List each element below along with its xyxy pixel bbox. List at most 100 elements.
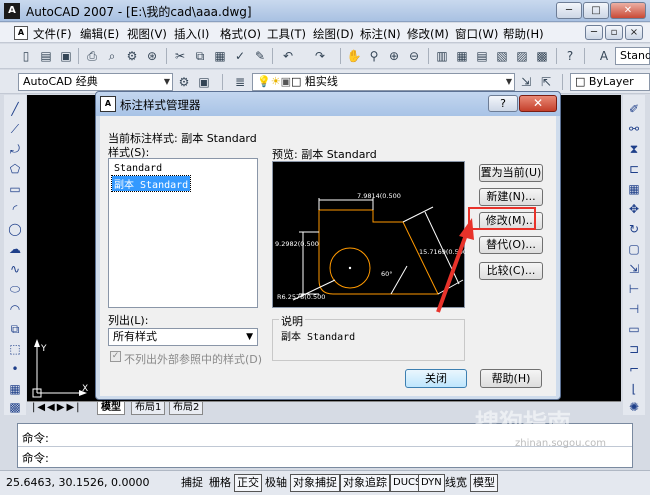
tab-navigation-arrows[interactable]: |◀◀▶▶| <box>29 402 85 415</box>
color-combo[interactable]: □ ByLayer <box>570 73 650 91</box>
stretch-icon[interactable]: ⇲ <box>626 261 642 277</box>
join-icon[interactable]: ⊐ <box>626 341 642 357</box>
dialog-help-button[interactable]: ? <box>488 95 518 112</box>
pan-icon[interactable]: ✋ <box>346 48 362 64</box>
grid-toggle[interactable]: 栅格 <box>206 474 234 492</box>
block-editor-icon[interactable]: ✎ <box>252 48 268 64</box>
make-layer-current-icon[interactable]: ⇲ <box>518 74 534 90</box>
construction-line-icon[interactable]: ⟋ <box>7 121 23 137</box>
layer-combo[interactable]: 💡☀▣□ 粗实线 ▼ <box>252 73 515 91</box>
undo-icon[interactable]: ↶ <box>280 48 296 64</box>
publish-web-icon[interactable]: ⊛ <box>144 48 160 64</box>
menu-dimension[interactable]: 标注(N) <box>360 26 401 42</box>
calculator-icon[interactable]: ▩ <box>534 48 550 64</box>
menu-tools[interactable]: 工具(T) <box>267 26 306 42</box>
plot-preview-icon[interactable]: ⌕ <box>104 48 120 64</box>
cut-icon[interactable]: ✂ <box>172 48 188 64</box>
otrack-toggle[interactable]: 对象追踪 <box>340 474 390 492</box>
menu-draw[interactable]: 绘图(D) <box>313 26 354 42</box>
document-icon[interactable]: A <box>14 26 28 40</box>
help-dialog-button[interactable]: 帮助(H) <box>480 369 542 388</box>
lineweight-toggle[interactable]: 线宽 <box>442 474 470 492</box>
tab-layout2[interactable]: 布局2 <box>169 402 204 415</box>
tab-model[interactable]: 模型 <box>97 402 125 415</box>
markup-icon[interactable]: ▨ <box>514 48 530 64</box>
point-icon[interactable]: • <box>7 361 23 377</box>
layer-properties-icon[interactable]: ≣ <box>232 74 248 90</box>
match-properties-icon[interactable]: ✓ <box>232 48 248 64</box>
snap-toggle[interactable]: 捕捉 <box>178 474 206 492</box>
menu-format[interactable]: 格式(O) <box>220 26 261 42</box>
copy-object-icon[interactable]: ⚯ <box>626 121 642 137</box>
command-prompt[interactable]: 命令: <box>22 450 49 466</box>
list-item[interactable]: Standard <box>112 163 164 174</box>
polar-toggle[interactable]: 极轴 <box>262 474 290 492</box>
move-icon[interactable]: ✥ <box>626 201 642 217</box>
rotate-icon[interactable]: ↻ <box>626 221 642 237</box>
new-file-icon[interactable]: ▯ <box>18 48 34 64</box>
workspace-settings-icon[interactable]: ⚙ <box>176 74 192 90</box>
make-block-icon[interactable]: ⬚ <box>7 341 23 357</box>
properties-icon[interactable]: ▥ <box>434 48 450 64</box>
text-style-combo[interactable]: Stand <box>615 47 650 65</box>
override-style-button[interactable]: 替代(O)... <box>479 236 543 254</box>
fillet-icon[interactable]: ⌊ <box>626 381 642 397</box>
new-style-button[interactable]: 新建(N)... <box>479 188 543 206</box>
autocad-app-icon[interactable]: A <box>4 3 20 19</box>
line-icon[interactable]: ╱ <box>7 101 23 117</box>
exclude-xref-checkbox[interactable]: ✓ <box>110 351 121 362</box>
menu-window[interactable]: 窗口(W) <box>455 26 498 42</box>
list-item-selected[interactable]: 副本 Standard <box>110 175 192 192</box>
insert-block-icon[interactable]: ⧉ <box>7 321 23 337</box>
array-icon[interactable]: ▦ <box>626 181 642 197</box>
tool-palettes-icon[interactable]: ▤ <box>474 48 490 64</box>
arc-icon[interactable]: ◜ <box>7 201 23 217</box>
coordinate-readout[interactable]: 25.6463, 30.1526, 0.0000 <box>6 476 149 489</box>
text-style-icon[interactable]: A <box>596 48 612 64</box>
trim-icon[interactable]: ⊢ <box>626 281 642 297</box>
dyn-toggle[interactable]: DYN <box>418 474 445 492</box>
spline-icon[interactable]: ∿ <box>7 261 23 277</box>
workspace-save-icon[interactable]: ▣ <box>196 74 212 90</box>
redo-icon[interactable]: ↷ <box>312 48 328 64</box>
close-dialog-button[interactable]: 关闭 <box>405 369 467 388</box>
menu-file[interactable]: 文件(F) <box>33 26 72 42</box>
plot-icon[interactable]: ⎙ <box>84 48 100 64</box>
design-center-icon[interactable]: ▦ <box>454 48 470 64</box>
doc-close-button[interactable]: × <box>625 25 643 40</box>
menu-help[interactable]: 帮助(H) <box>503 26 544 42</box>
minimize-button[interactable]: ─ <box>556 2 582 19</box>
close-button[interactable]: ✕ <box>610 2 646 19</box>
hatch-icon[interactable]: ▦ <box>7 381 23 397</box>
open-file-icon[interactable]: ▤ <box>38 48 54 64</box>
rectangle-icon[interactable]: ▭ <box>7 181 23 197</box>
extend-icon[interactable]: ⊣ <box>626 301 642 317</box>
ellipse-icon[interactable]: ⬭ <box>7 281 23 297</box>
zoom-realtime-icon[interactable]: ⚲ <box>366 48 382 64</box>
dialog-close-button[interactable]: ✕ <box>519 95 557 112</box>
compare-style-button[interactable]: 比较(C)... <box>479 262 543 280</box>
offset-icon[interactable]: ⊏ <box>626 161 642 177</box>
menu-insert[interactable]: 插入(I) <box>174 26 209 42</box>
menu-view[interactable]: 视图(V) <box>127 26 167 42</box>
gradient-icon[interactable]: ▩ <box>7 399 23 415</box>
chamfer-icon[interactable]: ⌐ <box>626 361 642 377</box>
paste-icon[interactable]: ▦ <box>212 48 228 64</box>
publish-icon[interactable]: ⚙ <box>124 48 140 64</box>
sheet-set-icon[interactable]: ▧ <box>494 48 510 64</box>
dialog-title-bar[interactable]: A 标注样式管理器 ? ✕ <box>96 92 560 116</box>
doc-minimize-button[interactable]: ─ <box>585 25 603 40</box>
tab-layout1[interactable]: 布局1 <box>131 402 166 415</box>
menu-modify[interactable]: 修改(M) <box>407 26 449 42</box>
doc-restore-button[interactable]: ▫ <box>605 25 623 40</box>
polygon-icon[interactable]: ⬠ <box>7 161 23 177</box>
layer-previous-icon[interactable]: ⇱ <box>538 74 554 90</box>
help-icon[interactable]: ? <box>562 48 578 64</box>
set-current-button[interactable]: 置为当前(U) <box>479 164 543 182</box>
zoom-previous-icon[interactable]: ⊖ <box>406 48 422 64</box>
circle-icon[interactable]: ◯ <box>7 221 23 237</box>
copy-icon[interactable]: ⧉ <box>192 48 208 64</box>
styles-list[interactable]: Standard 副本 Standard <box>108 158 258 308</box>
osnap-toggle[interactable]: 对象捕捉 <box>290 474 340 492</box>
ellipse-arc-icon[interactable]: ◠ <box>7 301 23 317</box>
